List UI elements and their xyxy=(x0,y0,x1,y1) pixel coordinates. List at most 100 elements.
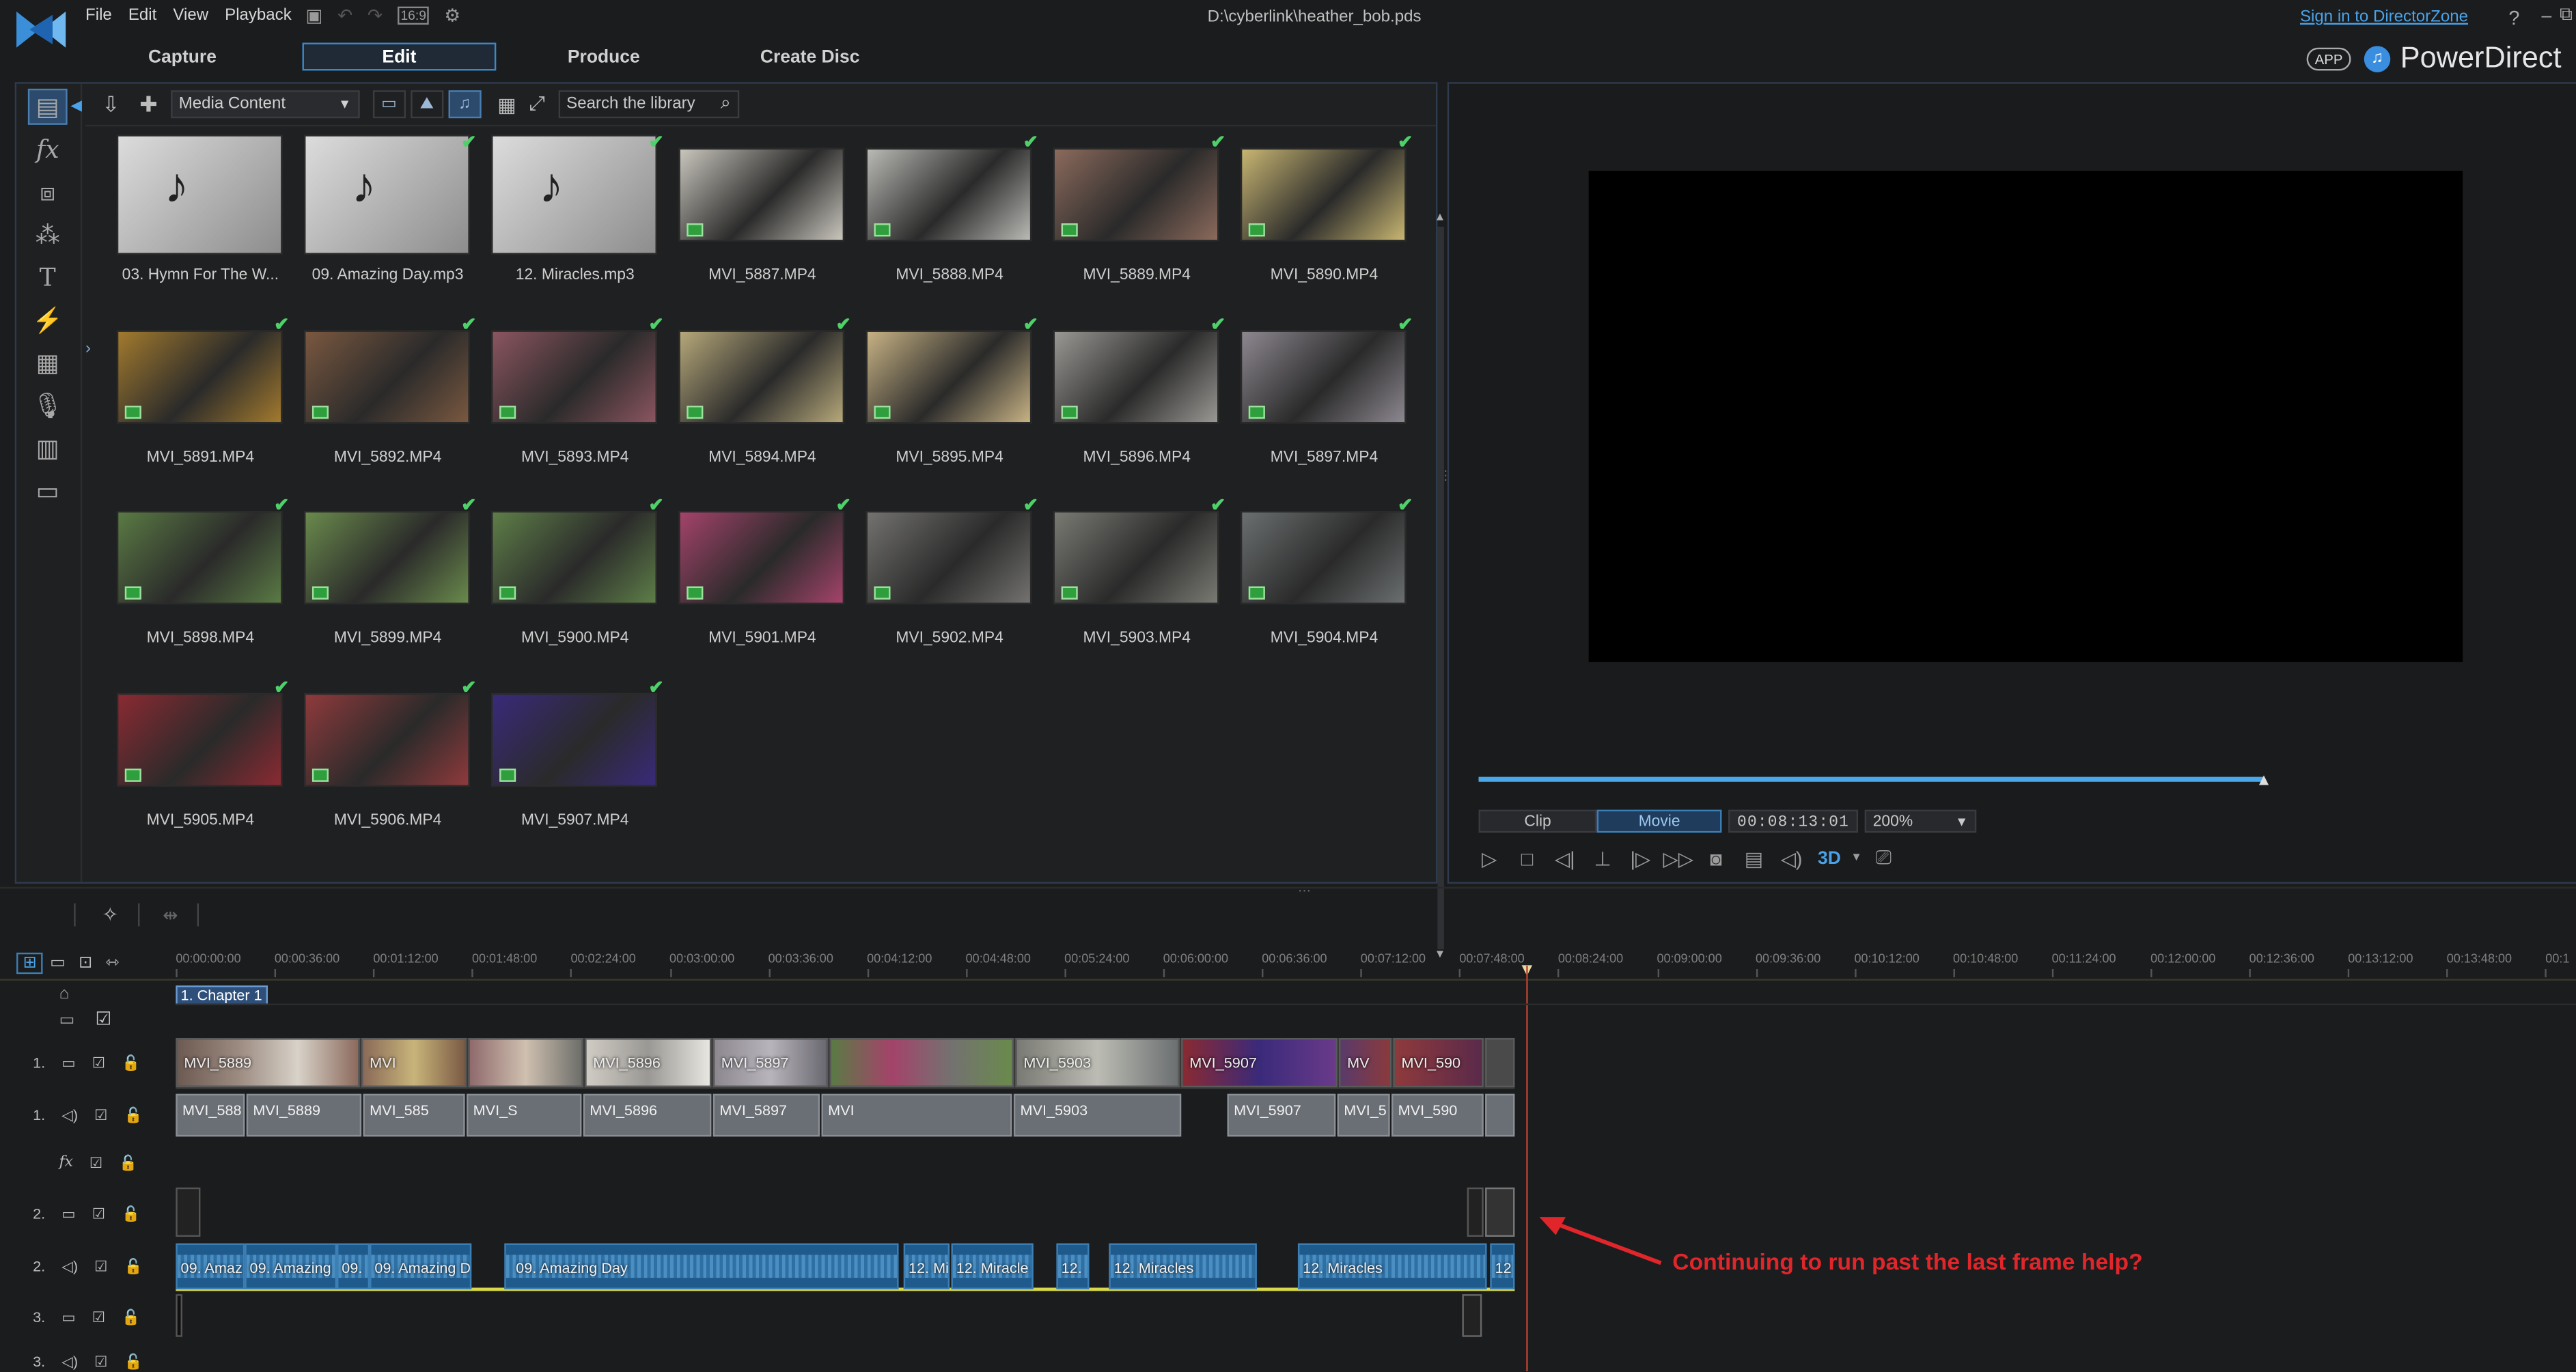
media-tile[interactable]: ✔ MVI_5888.MP4 xyxy=(861,131,1038,296)
subtitle-track-enable-checkbox[interactable]: ☑ xyxy=(95,1009,111,1030)
lock-icon[interactable]: 🔓 xyxy=(124,1106,143,1124)
audio-clip[interactable]: MVI_5889 xyxy=(246,1093,362,1137)
video-clip[interactable]: MVI_590 xyxy=(1393,1037,1484,1088)
search-field[interactable]: Search the library ⌕ xyxy=(558,90,739,119)
audio-mixing-room-icon[interactable]: ▦ xyxy=(28,345,68,381)
notification-bell-icon[interactable]: ♫ xyxy=(2364,45,2391,72)
transition-room-icon[interactable]: ⚡ xyxy=(28,303,68,339)
audio-track-1[interactable]: MVI_588 MVI_5889 MVI_585 MVI_S MVI_5896 … xyxy=(176,1093,1515,1138)
media-tile[interactable]: ✔ MVI_5893.MP4 xyxy=(486,313,664,477)
overlay-clip[interactable] xyxy=(1485,1187,1515,1237)
timeline-splitter[interactable]: ⋯ xyxy=(1298,884,1311,899)
chapter-marker[interactable]: 1. Chapter 1 xyxy=(176,985,267,1005)
collapse-arrow-icon[interactable]: ◀ xyxy=(70,97,82,115)
subtitles-icon[interactable]: ▤ xyxy=(1735,847,1773,870)
chapter-room-icon[interactable]: ▥ xyxy=(28,430,68,466)
overlay-clip[interactable] xyxy=(176,1294,182,1337)
media-tile[interactable]: ♪ 03. Hymn For The W... xyxy=(112,131,290,296)
tab-edit[interactable]: Edit xyxy=(302,42,497,71)
signin-link[interactable]: Sign in to DirectorZone xyxy=(2300,8,2468,26)
track-enable-checkbox[interactable]: ☑ xyxy=(92,1308,105,1326)
media-tile[interactable]: ✔ MVI_5907.MP4 xyxy=(486,676,664,841)
fx-room-icon[interactable]: fx xyxy=(28,131,68,167)
music-clip[interactable]: 09. Amazing D xyxy=(370,1243,472,1289)
audio-clip[interactable]: MVI_588 xyxy=(176,1093,245,1137)
media-tile[interactable]: ✔ MVI_5895.MP4 xyxy=(861,313,1038,477)
media-tile[interactable]: ♪ ✔ 12. Miracles.mp3 xyxy=(486,131,664,296)
view-grid-icon[interactable]: ▦ xyxy=(497,93,516,116)
menu-view[interactable]: View xyxy=(173,7,208,25)
music-clip[interactable]: 12. xyxy=(1056,1243,1090,1289)
audio-clip[interactable] xyxy=(1485,1093,1515,1137)
search-icon[interactable]: ⌕ xyxy=(721,94,731,115)
audio-clip[interactable]: MVI_5897 xyxy=(712,1093,820,1137)
music-clip[interactable]: 09. xyxy=(337,1243,370,1289)
next-frame-icon[interactable]: |▷ xyxy=(1622,847,1659,870)
media-tile[interactable]: ✔ MVI_5899.MP4 xyxy=(299,494,476,659)
track-enable-checkbox[interactable]: ☑ xyxy=(94,1257,107,1275)
split-icon[interactable]: ⊥ xyxy=(1583,847,1621,870)
video-clip[interactable]: MVI_5903 xyxy=(1015,1037,1180,1088)
media-tile[interactable]: ✔ MVI_5896.MP4 xyxy=(1048,313,1225,477)
external-display-icon[interactable]: ⎚ xyxy=(1865,846,1902,871)
media-tile[interactable]: ✔ MVI_5903.MP4 xyxy=(1048,494,1225,659)
undo-icon[interactable]: ↶ xyxy=(337,5,352,27)
pip-room-icon[interactable]: ⧈ xyxy=(28,174,68,210)
audio-clip[interactable]: MVI_590 xyxy=(1391,1093,1484,1137)
track-enable-checkbox[interactable]: ☑ xyxy=(89,1154,102,1172)
expand-arrow-icon[interactable]: › xyxy=(85,340,91,358)
overlay-clip[interactable] xyxy=(176,1187,201,1237)
redo-icon[interactable]: ↷ xyxy=(368,5,383,27)
track-enable-checkbox[interactable]: ☑ xyxy=(94,1106,107,1124)
video-clip[interactable]: MVI_5897 xyxy=(712,1037,829,1088)
lock-icon[interactable]: 🔓 xyxy=(124,1257,143,1275)
music-clip[interactable]: 09. Amazing xyxy=(245,1243,337,1289)
subtitle-room-icon[interactable]: ▭ xyxy=(28,473,68,509)
media-tile[interactable]: MVI_5887.MP4 xyxy=(674,131,851,296)
video-clip[interactable] xyxy=(1485,1037,1515,1088)
audio-clip[interactable]: MVI xyxy=(821,1093,1012,1137)
volume-icon[interactable]: ◁) xyxy=(1773,847,1810,870)
plugin-icon[interactable]: ✚ xyxy=(139,91,157,117)
lock-icon[interactable]: 🔓 xyxy=(124,1353,143,1371)
preview-scrubber[interactable]: ▲ xyxy=(1478,772,2540,790)
music-clip[interactable]: 09. Amaz xyxy=(176,1243,245,1289)
audio-clip[interactable]: MVI_5907 xyxy=(1227,1093,1336,1137)
lock-icon[interactable]: 🔓 xyxy=(122,1308,140,1326)
previous-frame-icon[interactable]: ◁| xyxy=(1546,847,1583,870)
music-clip[interactable]: 12. Mi xyxy=(903,1243,950,1289)
filter-audio-button[interactable]: ♫ xyxy=(448,90,482,119)
library-scrollbar[interactable]: ▲ ▼ xyxy=(1432,212,1448,964)
aspect-ratio-button[interactable]: 16:9 xyxy=(397,6,430,25)
app-logo-icon[interactable] xyxy=(13,5,69,54)
media-tile[interactable]: ✔ MVI_5904.MP4 xyxy=(1236,494,1413,659)
media-tile[interactable]: ✔ MVI_5900.MP4 xyxy=(486,494,664,659)
music-track[interactable]: 09. Amaz 09. Amazing 09. 09. Amazing D 0… xyxy=(176,1243,1515,1291)
clip-mode-button[interactable]: Clip xyxy=(1478,809,1597,833)
media-tile[interactable]: ✔ MVI_5898.MP4 xyxy=(112,494,289,659)
media-room-icon[interactable]: ▤ xyxy=(27,88,68,125)
movie-mode-button[interactable]: Movie xyxy=(1596,809,1722,833)
video-clip[interactable]: MVI_5907 xyxy=(1181,1037,1338,1088)
resize-thumbnail-icon[interactable]: ⤢ xyxy=(529,92,545,117)
audio-clip[interactable]: MVI_5896 xyxy=(583,1093,712,1137)
music-clip[interactable]: 12. Miracle xyxy=(951,1243,1034,1289)
fast-forward-icon[interactable]: ▷▷ xyxy=(1659,847,1697,870)
media-tile[interactable]: ✔ MVI_5894.MP4 xyxy=(674,313,851,477)
zoom-select[interactable]: 200% ▼ xyxy=(1864,809,1977,833)
split-clip-icon[interactable]: ⇹ xyxy=(163,904,178,925)
filter-image-button[interactable]: ⛰ xyxy=(410,90,443,119)
track-enable-checkbox[interactable]: ☑ xyxy=(92,1054,105,1072)
help-icon[interactable]: ? xyxy=(2508,7,2519,30)
tab-create-disc[interactable]: Create Disc xyxy=(739,43,881,71)
media-tile[interactable]: ✔ MVI_5889.MP4 xyxy=(1048,131,1225,296)
snapshot-icon[interactable]: ◙ xyxy=(1697,847,1734,870)
play-icon[interactable]: ▷ xyxy=(1470,847,1508,870)
scrubber-handle[interactable]: ▲ xyxy=(2256,772,2272,789)
menu-file[interactable]: File xyxy=(85,7,112,25)
media-tile[interactable]: ✔ MVI_5902.MP4 xyxy=(861,494,1038,659)
media-tile[interactable]: ✔ MVI_5906.MP4 xyxy=(299,676,476,841)
media-tile[interactable]: ✔ MVI_5905.MP4 xyxy=(112,676,289,841)
filter-video-button[interactable]: ▭ xyxy=(372,90,406,119)
save-icon[interactable]: ▣ xyxy=(305,5,322,27)
